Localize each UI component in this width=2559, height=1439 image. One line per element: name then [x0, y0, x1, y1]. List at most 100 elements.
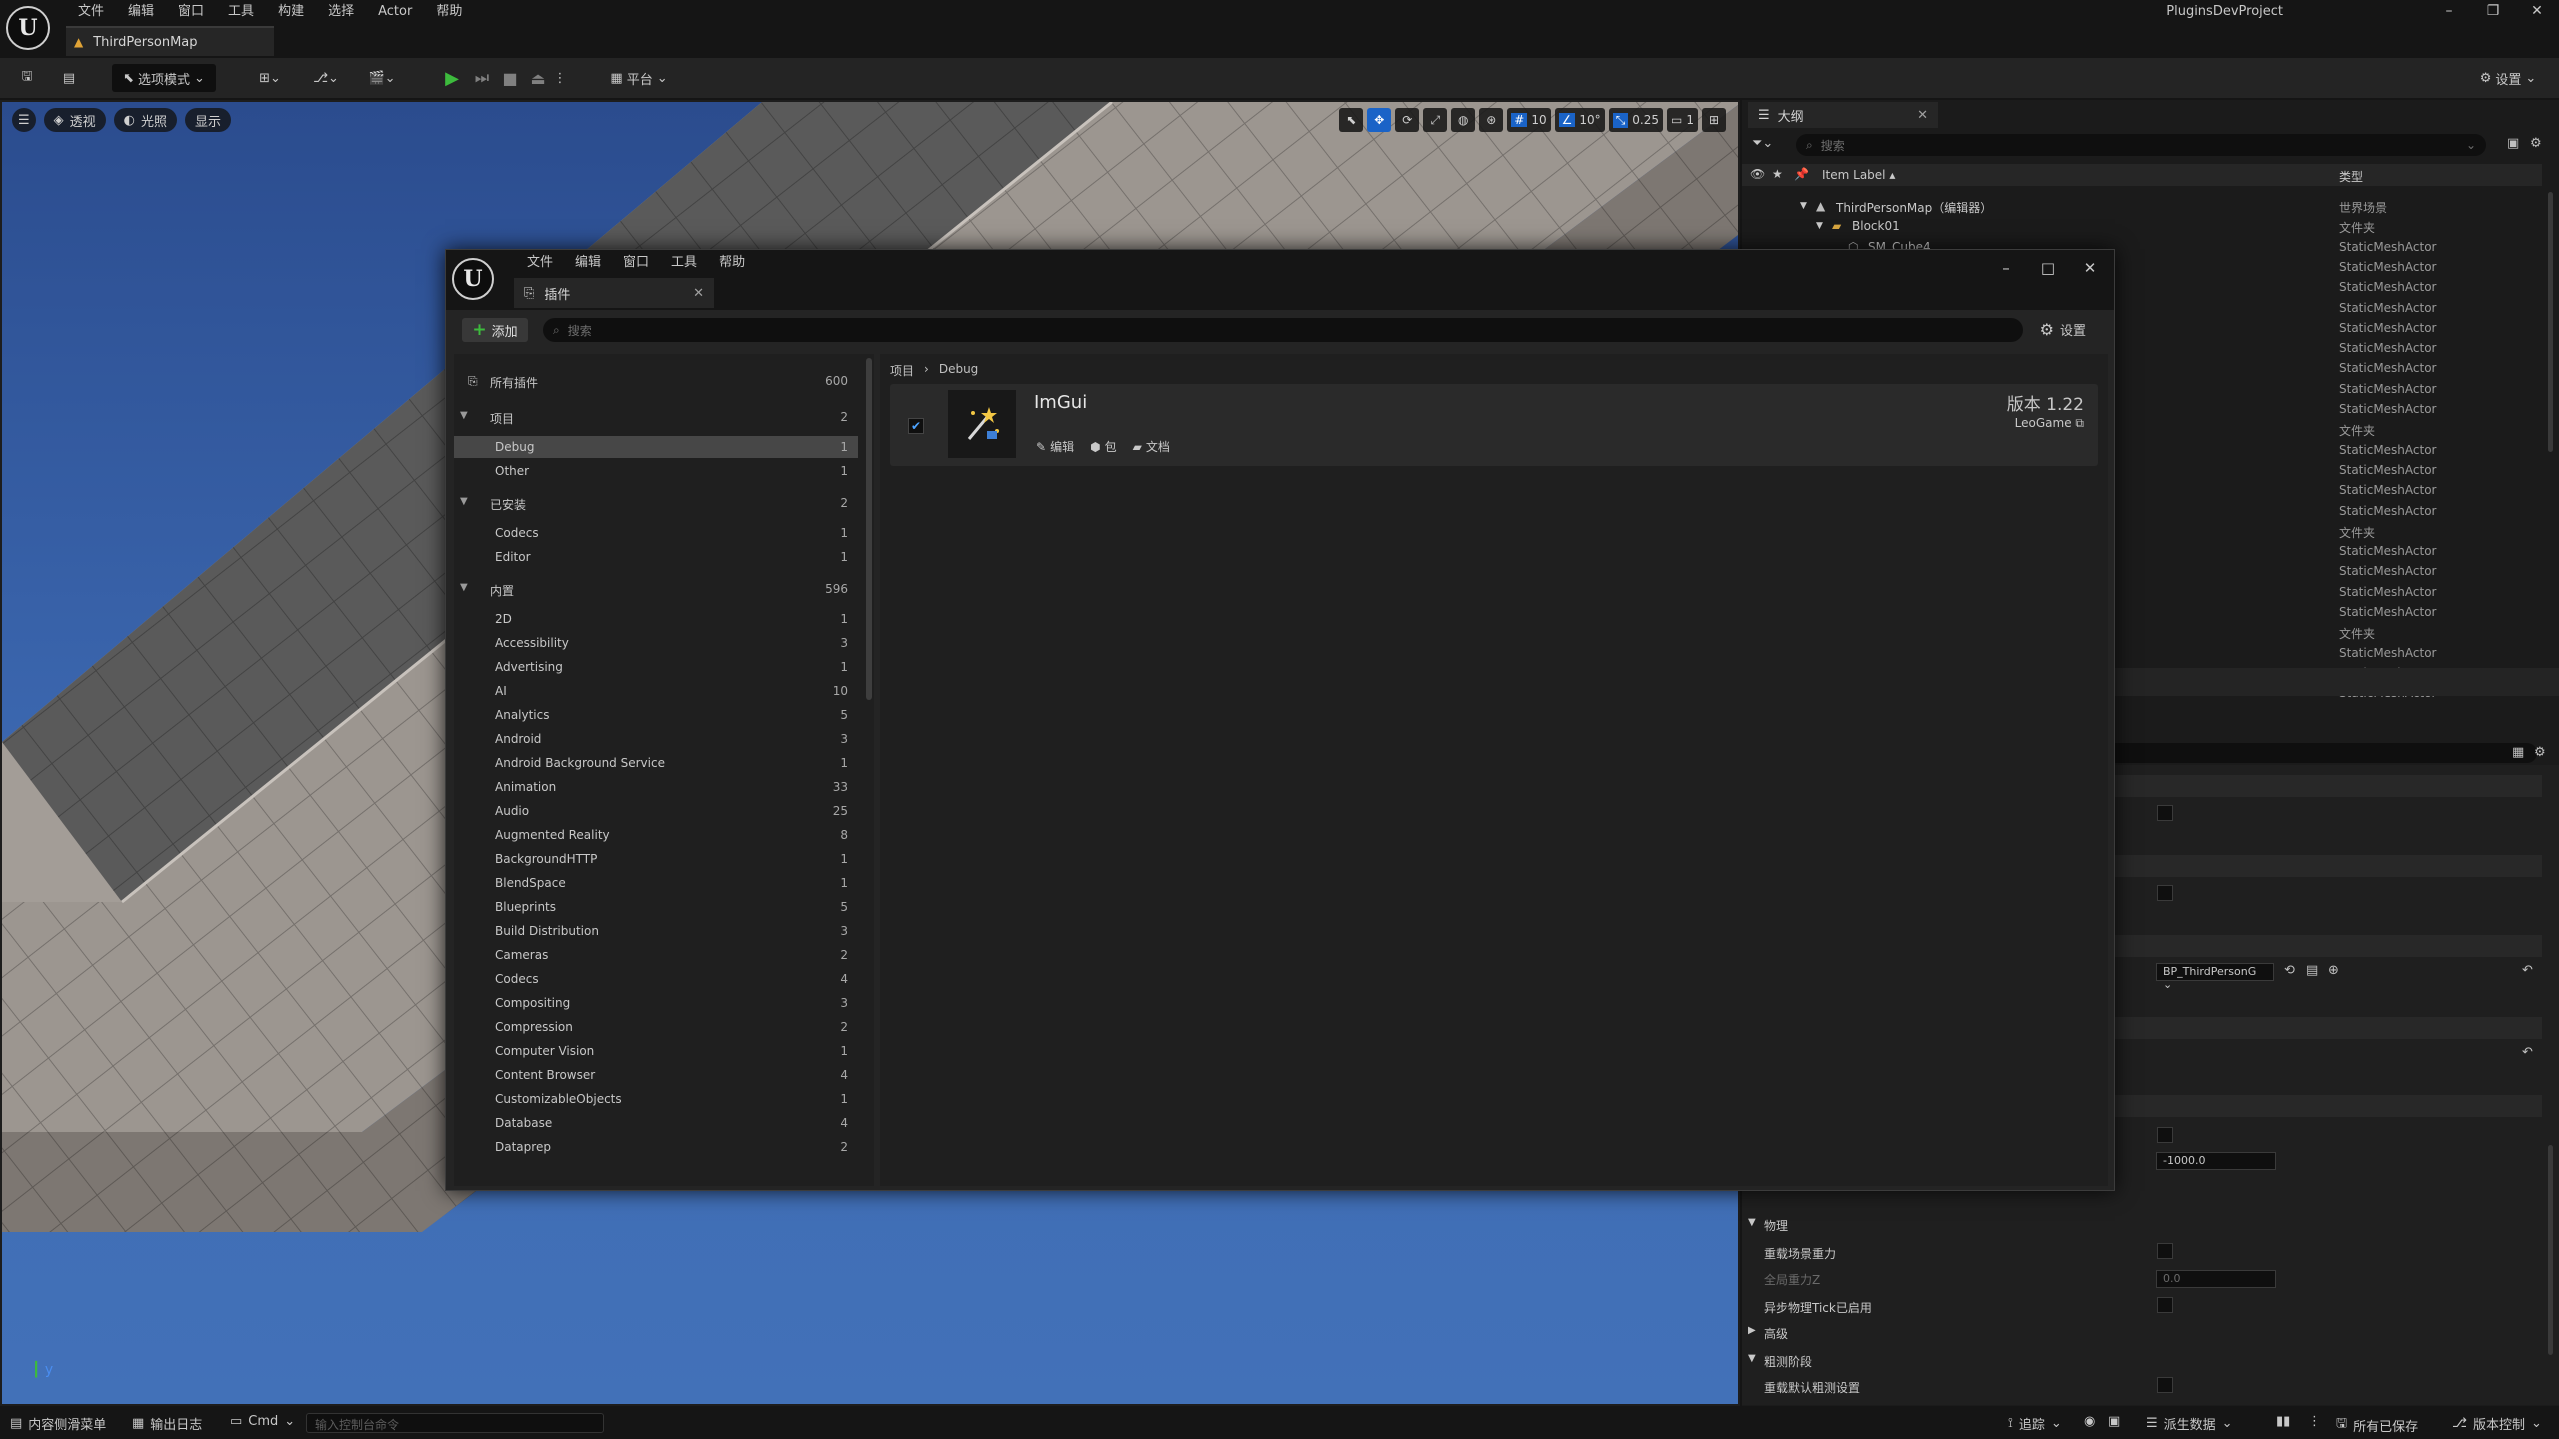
category-item[interactable]: Android 3 — [454, 728, 858, 750]
global-gravity-input[interactable]: 0.0 — [2156, 1270, 2276, 1288]
outliner-tab[interactable]: ☰ 大纲 ✕ — [1748, 102, 1938, 128]
menu-item[interactable]: 选择 — [316, 3, 366, 21]
category-item[interactable]: ▼ 内置 596 — [454, 578, 858, 600]
play-options-icon[interactable]: ⋮ — [552, 64, 568, 92]
category-item[interactable]: Blueprints 5 — [454, 896, 858, 918]
advanced-section[interactable]: ▶ 高级 — [1742, 1319, 2542, 1345]
close-icon[interactable]: ✕ — [2515, 0, 2559, 22]
outliner-row[interactable]: ▼ ▲ ThirdPersonMap（编辑器） 世界场景 — [1742, 196, 2542, 216]
unreal-logo-icon[interactable]: U — [452, 258, 494, 300]
details-checkbox[interactable] — [2157, 885, 2173, 901]
menu-item[interactable]: 帮助 — [424, 3, 474, 21]
close-tab-icon[interactable]: ✕ — [693, 286, 704, 301]
category-item[interactable]: 2D 1 — [454, 608, 858, 630]
plugin-card-imgui[interactable]: ✔ ImGui ✎ 编辑 ⬢ 包 ▰ 文档 版本 1.22 LeoGame ⧉ — [890, 384, 2098, 466]
package-plugin-link[interactable]: ⬢ 包 — [1090, 438, 1117, 455]
category-item[interactable]: Android Background Service 1 — [454, 752, 858, 774]
stats-icon[interactable]: ▮▮ — [2276, 1414, 2290, 1429]
surface-snap-icon[interactable]: ⊛ — [1479, 108, 1504, 132]
category-item[interactable]: Analytics 5 — [454, 704, 858, 726]
perspective-button[interactable]: ◈ 透视 — [43, 108, 106, 132]
plugin-enabled-checkbox[interactable]: ✔ — [908, 418, 924, 434]
kill-z-input[interactable]: -1000.0 — [2156, 1152, 2276, 1170]
category-item[interactable]: BlendSpace 1 — [454, 872, 858, 894]
add-actor-icon[interactable]: ⊞⌄ — [250, 64, 290, 92]
add-plugin-button[interactable]: + 添加 — [462, 318, 528, 342]
menu-item[interactable]: 编辑 — [116, 3, 166, 21]
cinematics-icon[interactable]: 🎬⌄ — [362, 64, 402, 92]
record-icon[interactable]: ◉ — [2084, 1414, 2095, 1429]
visibility-icon[interactable]: 👁 — [1750, 167, 1765, 181]
settings-button[interactable]: ⚙ 设置 ⌄ — [2473, 64, 2543, 92]
move-tool-icon[interactable]: ✥ — [1367, 108, 1392, 132]
category-item[interactable]: ⎘ 所有插件 600 — [454, 370, 858, 392]
details-checkbox[interactable] — [2157, 1127, 2173, 1143]
category-item[interactable]: Advertising 1 — [454, 656, 858, 678]
async-physics-checkbox[interactable] — [2157, 1297, 2173, 1313]
category-item[interactable]: Compression 2 — [454, 1016, 858, 1038]
show-button[interactable]: 显示 — [185, 108, 232, 132]
category-item[interactable]: ▼ 项目 2 — [454, 406, 858, 428]
category-item[interactable]: Build Distribution 3 — [454, 920, 858, 942]
category-item[interactable]: Animation 33 — [454, 776, 858, 798]
category-item[interactable]: BackgroundHTTP 1 — [454, 848, 858, 870]
viewport-layout-icon[interactable]: ⊞ — [1702, 108, 1726, 132]
eject-icon[interactable]: ⏏ — [526, 64, 550, 92]
trace-button[interactable]: ⟟ 追踪 ⌄ — [2008, 1414, 2062, 1433]
category-item[interactable]: Computer Vision 1 — [454, 1040, 858, 1062]
expand-arrow-icon[interactable]: ▼ — [460, 582, 468, 593]
minimize-icon[interactable]: – — [2427, 0, 2471, 22]
viewport-menu-button[interactable]: ☰ — [12, 108, 36, 132]
star-icon[interactable]: ★ — [1772, 167, 1783, 181]
save-icon[interactable]: 🖫 — [14, 64, 40, 92]
details-grid-icon[interactable]: ▦ — [2512, 745, 2524, 760]
category-item[interactable]: Cameras 2 — [454, 944, 858, 966]
menu-item[interactable]: Actor — [366, 3, 424, 21]
category-scrollbar[interactable] — [866, 358, 872, 700]
expand-arrow-icon[interactable]: ▼ — [460, 410, 468, 421]
plugins-menu-item[interactable]: 窗口 — [612, 253, 660, 273]
column-type[interactable]: 类型 — [2339, 168, 2363, 185]
minimize-icon[interactable]: – — [1986, 256, 2026, 280]
world-space-icon[interactable]: ◍ — [1451, 108, 1476, 132]
menu-item[interactable]: 构建 — [266, 3, 316, 21]
close-tab-icon[interactable]: ✕ — [1917, 108, 1928, 123]
details-checkbox[interactable] — [2157, 805, 2173, 821]
stop-icon[interactable]: ■ — [498, 64, 522, 92]
details-scrollbar[interactable] — [2548, 1145, 2553, 1355]
category-item[interactable]: Accessibility 3 — [454, 632, 858, 654]
output-log-button[interactable]: ▦ 输出日志 — [132, 1414, 202, 1433]
plugins-menu-item[interactable]: 编辑 — [564, 253, 612, 273]
derived-data-button[interactable]: ☰ 派生数据 ⌄ — [2146, 1414, 2233, 1433]
plugin-author[interactable]: LeoGame ⧉ — [2015, 416, 2084, 431]
maximize-icon[interactable]: □ — [2028, 256, 2068, 280]
docs-plugin-link[interactable]: ▰ 文档 — [1133, 438, 1170, 455]
details-search-input[interactable] — [2082, 743, 2537, 763]
breadcrumb-debug[interactable]: Debug — [939, 362, 978, 379]
category-item[interactable]: Other 1 — [454, 460, 858, 482]
grid-snap-toggle[interactable]: # 10 — [1507, 108, 1551, 132]
category-item[interactable]: Audio 25 — [454, 800, 858, 822]
source-control-button[interactable]: ⎇ 版本控制 ⌄ — [2452, 1414, 2542, 1433]
filter-icon[interactable]: ⏷⌄ — [1752, 136, 1773, 151]
lighting-button[interactable]: ◐ 光照 — [113, 108, 178, 132]
plugins-settings-button[interactable]: ⚙ 设置 — [2040, 320, 2086, 339]
category-item[interactable]: Content Browser 4 — [454, 1064, 858, 1086]
outliner-search-input[interactable]: ⌕ 搜索 ⌄ — [1796, 134, 2486, 156]
category-item[interactable]: Editor 1 — [454, 546, 858, 568]
category-item[interactable]: Compositing 3 — [454, 992, 858, 1014]
precompute-section[interactable]: ▼ 粗测阶段 — [1742, 1347, 2542, 1373]
step-icon[interactable]: ⏭ — [470, 64, 494, 92]
category-item[interactable]: Codecs 1 — [454, 522, 858, 544]
plugins-menu-item[interactable]: 文件 — [516, 253, 564, 273]
plugins-menu-item[interactable]: 帮助 — [708, 253, 756, 273]
content-drawer-button[interactable]: ▤ 内容侧滑菜单 — [10, 1414, 106, 1433]
folder-add-icon[interactable]: ▣ — [2507, 136, 2519, 151]
scale-snap-toggle[interactable]: ⤡ 0.25 — [1608, 108, 1664, 132]
gear-icon[interactable]: ⚙ — [2530, 136, 2542, 151]
rotate-tool-icon[interactable]: ⟳ — [1395, 108, 1420, 132]
menu-item[interactable]: 工具 — [216, 3, 266, 21]
camera-speed-button[interactable]: ▭ 1 — [1667, 108, 1698, 132]
details-gear-icon[interactable]: ⚙ — [2534, 745, 2546, 760]
expand-arrow-icon[interactable]: ▼ — [460, 496, 468, 507]
